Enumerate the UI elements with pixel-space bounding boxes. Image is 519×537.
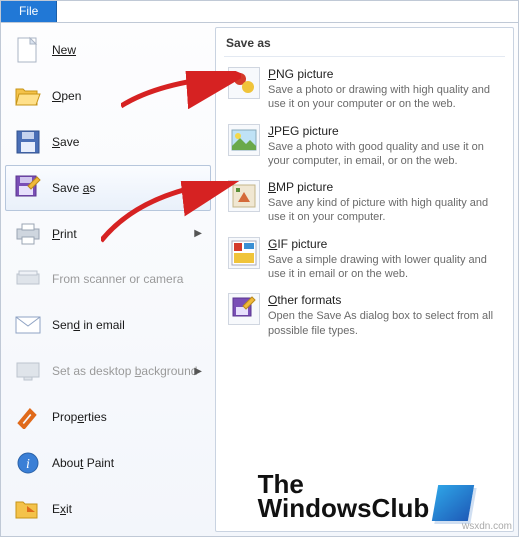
format-title: Other formats: [268, 293, 501, 307]
menu-item-print[interactable]: Print ▶: [5, 211, 211, 257]
exit-icon: [14, 495, 42, 523]
menu-item-new[interactable]: New: [5, 27, 211, 73]
bmp-icon: [228, 180, 260, 212]
save-icon: [14, 128, 42, 156]
menu-item-label: Exit: [52, 502, 72, 516]
format-jpeg[interactable]: JPEG picture Save a photo with good qual…: [224, 120, 505, 177]
menu-item-about[interactable]: i About Paint: [5, 440, 211, 486]
ribbon-bar: File: [1, 1, 518, 23]
format-desc: Open the Save As dialog box to select fr…: [268, 309, 501, 338]
other-formats-icon: [228, 293, 260, 325]
menu-item-open[interactable]: Open: [5, 73, 211, 119]
chevron-right-icon: ▶: [194, 228, 202, 239]
format-png[interactable]: PNG picture Save a photo or drawing with…: [224, 63, 505, 120]
menu-item-label: Save as: [52, 181, 95, 195]
format-bmp[interactable]: BMP picture Save any kind of picture wit…: [224, 176, 505, 233]
format-other[interactable]: Other formats Open the Save As dialog bo…: [224, 289, 505, 346]
menu-item-label: Properties: [52, 410, 107, 424]
jpeg-icon: [228, 124, 260, 156]
format-desc: Save any kind of picture with high quali…: [268, 196, 501, 225]
properties-icon: [14, 403, 42, 431]
file-menu: New Open Save Save as ▶ Print: [1, 23, 518, 536]
menu-item-label: Send in email: [52, 318, 125, 332]
logo-mark: [432, 485, 474, 521]
menu-item-email[interactable]: Send in email: [5, 302, 211, 348]
menu-item-scanner: From scanner or camera: [5, 257, 211, 303]
menu-item-label: Set as desktop background: [52, 364, 197, 378]
desktop-bg-icon: [14, 357, 42, 385]
format-gif[interactable]: GIF picture Save a simple drawing with l…: [224, 233, 505, 290]
chevron-right-icon: ▶: [194, 366, 202, 377]
format-desc: Save a photo with good quality and use i…: [268, 140, 501, 169]
print-icon: [14, 220, 42, 248]
svg-text:i: i: [26, 457, 30, 472]
about-icon: i: [14, 449, 42, 477]
format-title: PNG picture: [268, 67, 501, 81]
logo-text: The WindowsClub: [258, 472, 430, 521]
menu-item-label: New: [52, 43, 76, 57]
menu-item-label: About Paint: [52, 456, 114, 470]
panel-title: Save as: [224, 34, 505, 57]
menu-item-label: Print: [52, 227, 77, 241]
new-icon: [14, 36, 42, 64]
chevron-right-icon: ▶: [194, 182, 202, 193]
menu-item-desktop-bg: Set as desktop background ▶: [5, 348, 211, 394]
file-tab[interactable]: File: [1, 1, 57, 22]
watermark: wsxdn.com: [462, 521, 512, 532]
menu-item-label: Save: [52, 135, 79, 149]
open-icon: [14, 82, 42, 110]
png-icon: [228, 67, 260, 99]
menu-item-save[interactable]: Save: [5, 119, 211, 165]
logo: The WindowsClub: [224, 462, 505, 523]
menu-item-label: Open: [52, 89, 81, 103]
format-desc: Save a simple drawing with lower quality…: [268, 253, 501, 282]
menu-item-exit[interactable]: Exit: [5, 486, 211, 532]
gif-icon: [228, 237, 260, 269]
format-title: BMP picture: [268, 180, 501, 194]
format-desc: Save a photo or drawing with high qualit…: [268, 83, 501, 112]
format-title: JPEG picture: [268, 124, 501, 138]
menu-item-label: From scanner or camera: [52, 272, 183, 286]
save-as-panel: Save as PNG picture Save a photo or draw…: [215, 27, 514, 532]
menu-item-properties[interactable]: Properties: [5, 394, 211, 440]
email-icon: [14, 311, 42, 339]
scanner-icon: [14, 265, 42, 293]
file-menu-left: New Open Save Save as ▶ Print: [5, 27, 211, 532]
menu-item-save-as[interactable]: Save as ▶: [5, 165, 211, 211]
format-title: GIF picture: [268, 237, 501, 251]
save-as-icon: [14, 174, 42, 202]
